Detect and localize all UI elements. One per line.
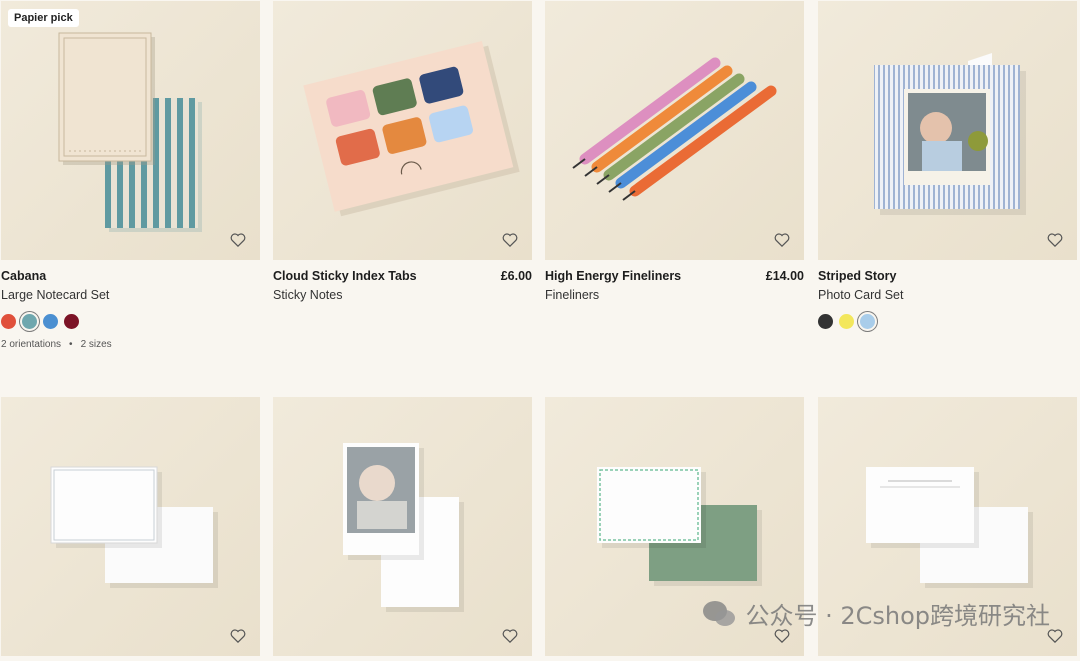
fineliners-illustration	[572, 57, 777, 201]
product-info: Cloud Sticky Index Tabs £6.00 Sticky Not…	[273, 260, 532, 303]
product-title[interactable]: Cloud Sticky Index Tabs	[273, 269, 532, 284]
product-title[interactable]: Striped Story	[818, 269, 1077, 284]
product-image[interactable]	[545, 1, 804, 260]
product-subtitle: Fineliners	[545, 288, 600, 302]
product-price: £14.00	[765, 269, 804, 283]
swatch-red[interactable]	[1, 314, 16, 329]
product-image[interactable]	[818, 1, 1077, 260]
watermark: 公众号 · 2Cshop跨境研究社	[701, 596, 1050, 631]
product-options: 2 orientations • 2 sizes	[1, 339, 112, 350]
product-image[interactable]	[1, 397, 260, 656]
heart-icon[interactable]	[774, 232, 790, 247]
swatch-yellow[interactable]	[839, 314, 854, 329]
product-title[interactable]: Cabana	[1, 269, 260, 284]
heart-icon[interactable]	[502, 628, 518, 643]
sizes-count: 2 sizes	[80, 339, 112, 350]
heart-icon[interactable]	[230, 232, 246, 247]
notecard-illustration	[58, 32, 202, 232]
product-card-sticky-tabs[interactable]: Cloud Sticky Index Tabs £6.00 Sticky Not…	[273, 1, 532, 303]
product-card-fineliners[interactable]: High Energy Fineliners £14.00 Fineliners	[545, 1, 804, 303]
color-swatches	[818, 314, 1077, 329]
product-card-row2-2[interactable]	[273, 397, 532, 656]
notecard-illustration	[50, 466, 218, 588]
heart-icon[interactable]	[1047, 232, 1063, 247]
swatch-teal[interactable]	[22, 314, 37, 329]
orientations-count: 2 orientations	[1, 339, 62, 350]
swatch-blue[interactable]	[43, 314, 58, 329]
photo-card-illustration	[874, 53, 1026, 215]
product-info: Striped Story Photo Card Set	[818, 260, 1077, 329]
heart-icon[interactable]	[502, 232, 518, 247]
product-card-striped-story[interactable]: Striped Story Photo Card Set	[818, 1, 1077, 329]
watermark-text: 公众号 · 2Cshop跨境研究社	[745, 602, 1050, 630]
product-image[interactable]: Papier pick	[1, 1, 260, 260]
product-price: £6.00	[500, 269, 532, 283]
swatch-burgundy[interactable]	[64, 314, 79, 329]
product-image[interactable]	[273, 397, 532, 656]
product-image[interactable]	[273, 1, 532, 260]
product-subtitle: Photo Card Set	[818, 288, 904, 302]
product-subtitle: Sticky Notes	[273, 288, 343, 302]
baby-card-illustration	[343, 443, 464, 612]
color-swatches	[1, 314, 260, 329]
product-card-cabana[interactable]: Papier pick Cabana Large Notecard Set 2 …	[1, 1, 260, 350]
product-info: High Energy Fineliners £14.00 Fineliners	[545, 260, 804, 303]
swatch-light-blue[interactable]	[860, 314, 875, 329]
swatch-black[interactable]	[818, 314, 833, 329]
papier-pick-badge: Papier pick	[8, 9, 79, 27]
wechat-icon	[703, 600, 736, 626]
heart-icon[interactable]	[230, 628, 246, 643]
product-grid: Papier pick Cabana Large Notecard Set 2 …	[0, 0, 1080, 661]
product-info: Cabana Large Notecard Set 2 orientations…	[1, 260, 260, 350]
product-subtitle: Large Notecard Set	[1, 288, 110, 302]
sticky-tabs-illustration	[303, 41, 520, 217]
product-card-row2-1[interactable]	[1, 397, 260, 656]
